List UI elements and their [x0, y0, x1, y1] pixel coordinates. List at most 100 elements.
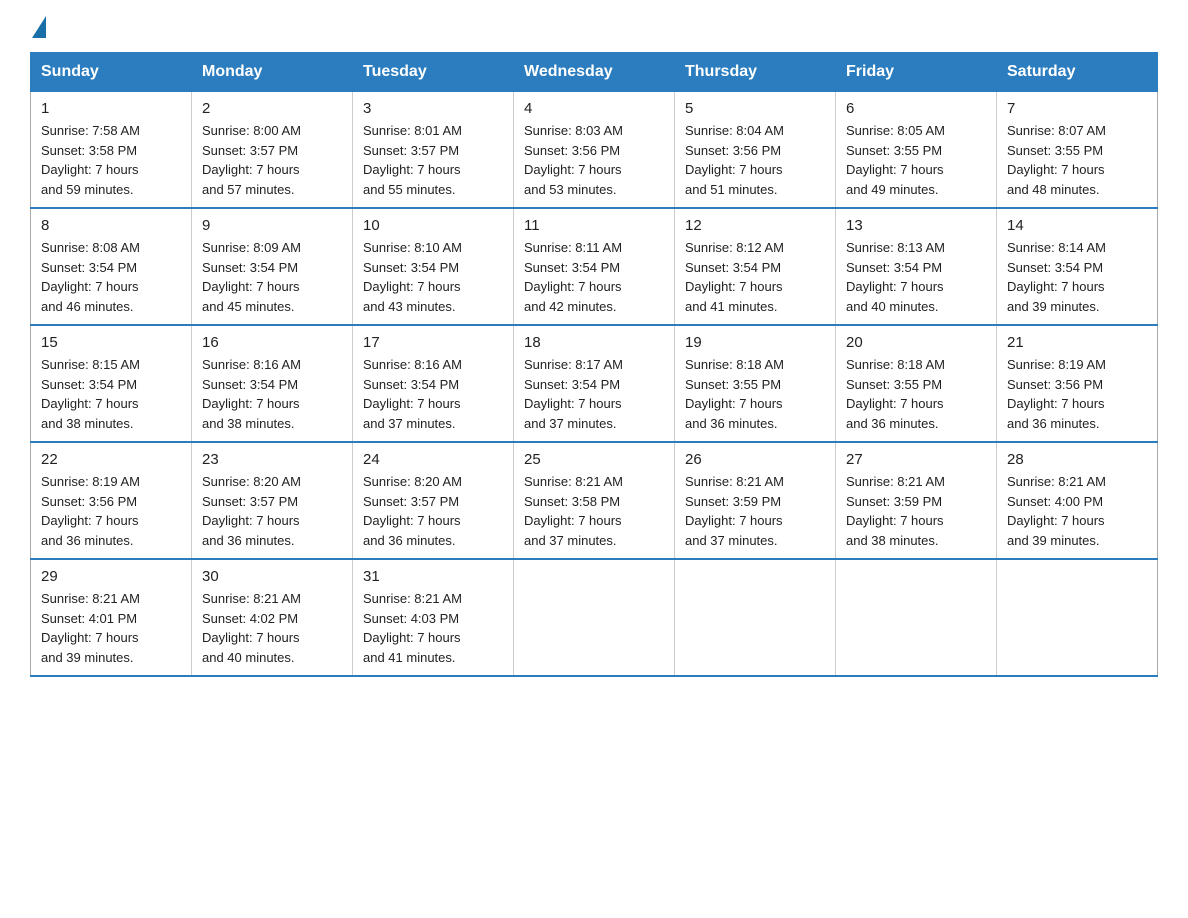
day-detail: Sunrise: 7:58 AMSunset: 3:58 PMDaylight:… [41, 121, 181, 199]
day-detail: Sunrise: 8:18 AMSunset: 3:55 PMDaylight:… [685, 355, 825, 433]
day-detail: Sunrise: 8:07 AMSunset: 3:55 PMDaylight:… [1007, 121, 1147, 199]
calendar-table: SundayMondayTuesdayWednesdayThursdayFrid… [30, 52, 1158, 677]
day-detail: Sunrise: 8:16 AMSunset: 3:54 PMDaylight:… [202, 355, 342, 433]
day-detail: Sunrise: 8:11 AMSunset: 3:54 PMDaylight:… [524, 238, 664, 316]
weekday-header-monday: Monday [192, 53, 353, 92]
calendar-day-cell: 17Sunrise: 8:16 AMSunset: 3:54 PMDayligh… [353, 325, 514, 442]
calendar-day-cell: 10 Sunrise: 8:10 AMSunset: 3:54 PMDayligh… [353, 208, 514, 325]
calendar-day-cell: 24 Sunrise: 8:20 AMSunset: 3:57 PMDayligh… [353, 442, 514, 559]
weekday-header-tuesday: Tuesday [353, 53, 514, 92]
calendar-day-cell [997, 559, 1158, 676]
calendar-day-cell: 2Sunrise: 8:00 AMSunset: 3:57 PMDaylight… [192, 92, 353, 209]
day-detail: Sunrise: 8:21 AMSunset: 3:59 PMDaylight:… [685, 472, 825, 550]
weekday-header-row: SundayMondayTuesdayWednesdayThursdayFrid… [31, 53, 1158, 92]
calendar-day-cell: 4 Sunrise: 8:03 AMSunset: 3:56 PMDaylight… [514, 92, 675, 209]
day-detail: Sunrise: 8:12 AMSunset: 3:54 PMDaylight:… [685, 238, 825, 316]
weekday-header-wednesday: Wednesday [514, 53, 675, 92]
day-number: 3 [363, 100, 503, 117]
day-number: 21 [1007, 334, 1147, 351]
day-number: 19 [685, 334, 825, 351]
calendar-day-cell: 22 Sunrise: 8:19 AMSunset: 3:56 PMDayligh… [31, 442, 192, 559]
calendar-day-cell: 1 Sunrise: 7:58 AMSunset: 3:58 PMDaylight… [31, 92, 192, 209]
day-detail: Sunrise: 8:13 AMSunset: 3:54 PMDaylight:… [846, 238, 986, 316]
calendar-day-cell: 31Sunrise: 8:21 AMSunset: 4:03 PMDayligh… [353, 559, 514, 676]
day-number: 16 [202, 334, 342, 351]
day-detail: Sunrise: 8:21 AMSunset: 3:58 PMDaylight:… [524, 472, 664, 550]
calendar-day-cell: 7 Sunrise: 8:07 AMSunset: 3:55 PMDaylight… [997, 92, 1158, 209]
day-number: 29 [41, 568, 181, 585]
day-detail: Sunrise: 8:05 AMSunset: 3:55 PMDaylight:… [846, 121, 986, 199]
logo-triangle-icon [32, 16, 46, 38]
calendar-day-cell: 28 Sunrise: 8:21 AMSunset: 4:00 PMDayligh… [997, 442, 1158, 559]
calendar-day-cell: 26 Sunrise: 8:21 AMSunset: 3:59 PMDayligh… [675, 442, 836, 559]
day-detail: Sunrise: 8:17 AMSunset: 3:54 PMDaylight:… [524, 355, 664, 433]
day-number: 10 [363, 217, 503, 234]
calendar-day-cell: 20 Sunrise: 8:18 AMSunset: 3:55 PMDayligh… [836, 325, 997, 442]
day-detail: Sunrise: 8:19 AMSunset: 3:56 PMDaylight:… [41, 472, 181, 550]
calendar-day-cell: 9Sunrise: 8:09 AMSunset: 3:54 PMDaylight… [192, 208, 353, 325]
day-number: 9 [202, 217, 342, 234]
day-detail: Sunrise: 8:08 AMSunset: 3:54 PMDaylight:… [41, 238, 181, 316]
calendar-week-row: 1 Sunrise: 7:58 AMSunset: 3:58 PMDaylight… [31, 92, 1158, 209]
calendar-day-cell: 3 Sunrise: 8:01 AMSunset: 3:57 PMDaylight… [353, 92, 514, 209]
day-number: 7 [1007, 100, 1147, 117]
calendar-week-row: 8 Sunrise: 8:08 AMSunset: 3:54 PMDaylight… [31, 208, 1158, 325]
calendar-day-cell [514, 559, 675, 676]
day-detail: Sunrise: 8:21 AMSunset: 4:00 PMDaylight:… [1007, 472, 1147, 550]
weekday-header-sunday: Sunday [31, 53, 192, 92]
calendar-day-cell: 16 Sunrise: 8:16 AMSunset: 3:54 PMDayligh… [192, 325, 353, 442]
day-detail: Sunrise: 8:20 AMSunset: 3:57 PMDaylight:… [363, 472, 503, 550]
day-number: 24 [363, 451, 503, 468]
day-number: 6 [846, 100, 986, 117]
calendar-day-cell: 6 Sunrise: 8:05 AMSunset: 3:55 PMDaylight… [836, 92, 997, 209]
day-number: 11 [524, 217, 664, 234]
calendar-day-cell: 15 Sunrise: 8:15 AMSunset: 3:54 PMDayligh… [31, 325, 192, 442]
calendar-day-cell: 27 Sunrise: 8:21 AMSunset: 3:59 PMDayligh… [836, 442, 997, 559]
day-number: 5 [685, 100, 825, 117]
calendar-day-cell [675, 559, 836, 676]
day-number: 28 [1007, 451, 1147, 468]
day-number: 27 [846, 451, 986, 468]
day-number: 30 [202, 568, 342, 585]
day-number: 26 [685, 451, 825, 468]
day-detail: Sunrise: 8:15 AMSunset: 3:54 PMDaylight:… [41, 355, 181, 433]
page-header [30, 20, 1158, 34]
day-number: 1 [41, 100, 181, 117]
calendar-week-row: 29 Sunrise: 8:21 AMSunset: 4:01 PMDayligh… [31, 559, 1158, 676]
day-number: 12 [685, 217, 825, 234]
day-number: 22 [41, 451, 181, 468]
day-detail: Sunrise: 8:18 AMSunset: 3:55 PMDaylight:… [846, 355, 986, 433]
day-detail: Sunrise: 8:21 AMSunset: 3:59 PMDaylight:… [846, 472, 986, 550]
day-detail: Sunrise: 8:21 AMSunset: 4:02 PMDaylight:… [202, 589, 342, 667]
day-detail: Sunrise: 8:21 AMSunset: 4:01 PMDaylight:… [41, 589, 181, 667]
day-detail: Sunrise: 8:01 AMSunset: 3:57 PMDaylight:… [363, 121, 503, 199]
day-detail: Sunrise: 8:00 AMSunset: 3:57 PMDaylight:… [202, 121, 342, 199]
day-detail: Sunrise: 8:10 AMSunset: 3:54 PMDaylight:… [363, 238, 503, 316]
day-detail: Sunrise: 8:04 AMSunset: 3:56 PMDaylight:… [685, 121, 825, 199]
day-number: 8 [41, 217, 181, 234]
calendar-day-cell [836, 559, 997, 676]
calendar-day-cell: 23 Sunrise: 8:20 AMSunset: 3:57 PMDayligh… [192, 442, 353, 559]
day-number: 13 [846, 217, 986, 234]
day-number: 23 [202, 451, 342, 468]
calendar-week-row: 15 Sunrise: 8:15 AMSunset: 3:54 PMDayligh… [31, 325, 1158, 442]
calendar-day-cell: 12 Sunrise: 8:12 AMSunset: 3:54 PMDayligh… [675, 208, 836, 325]
calendar-day-cell: 18Sunrise: 8:17 AMSunset: 3:54 PMDayligh… [514, 325, 675, 442]
day-detail: Sunrise: 8:03 AMSunset: 3:56 PMDaylight:… [524, 121, 664, 199]
calendar-day-cell: 21Sunrise: 8:19 AMSunset: 3:56 PMDayligh… [997, 325, 1158, 442]
calendar-day-cell: 29 Sunrise: 8:21 AMSunset: 4:01 PMDayligh… [31, 559, 192, 676]
day-number: 31 [363, 568, 503, 585]
weekday-header-saturday: Saturday [997, 53, 1158, 92]
calendar-day-cell: 30 Sunrise: 8:21 AMSunset: 4:02 PMDayligh… [192, 559, 353, 676]
day-number: 20 [846, 334, 986, 351]
calendar-day-cell: 13 Sunrise: 8:13 AMSunset: 3:54 PMDayligh… [836, 208, 997, 325]
logo [30, 20, 46, 34]
calendar-week-row: 22 Sunrise: 8:19 AMSunset: 3:56 PMDayligh… [31, 442, 1158, 559]
day-number: 25 [524, 451, 664, 468]
calendar-day-cell: 14Sunrise: 8:14 AMSunset: 3:54 PMDayligh… [997, 208, 1158, 325]
day-detail: Sunrise: 8:20 AMSunset: 3:57 PMDaylight:… [202, 472, 342, 550]
weekday-header-thursday: Thursday [675, 53, 836, 92]
day-number: 4 [524, 100, 664, 117]
day-number: 15 [41, 334, 181, 351]
calendar-day-cell: 19 Sunrise: 8:18 AMSunset: 3:55 PMDayligh… [675, 325, 836, 442]
